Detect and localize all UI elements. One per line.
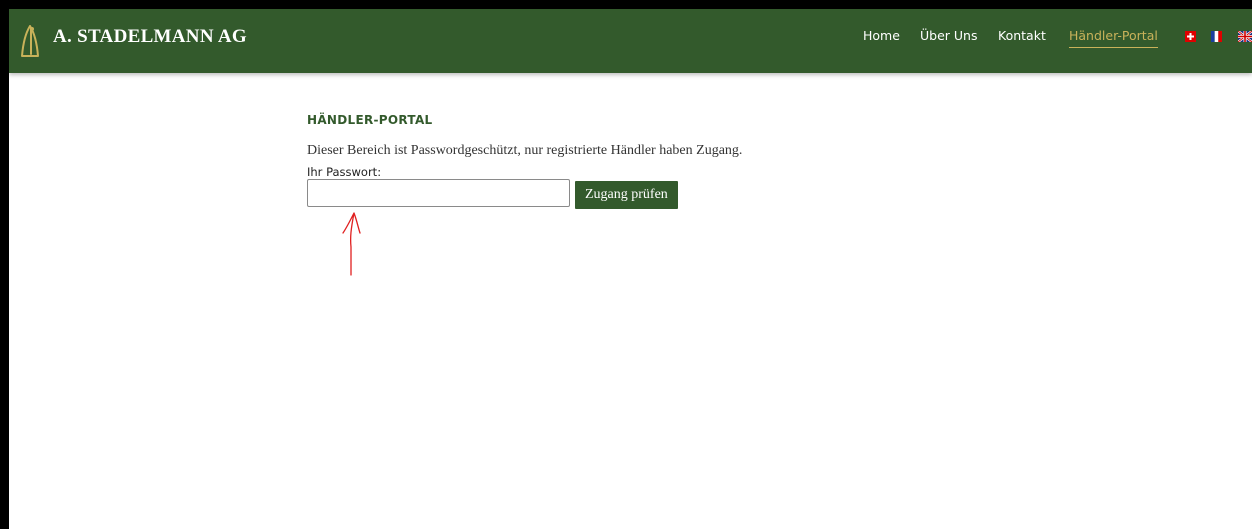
password-input[interactable] (307, 179, 570, 207)
login-form: Zugang prüfen (307, 179, 1007, 209)
nav-home[interactable]: Home (863, 27, 900, 45)
uk-flag-icon[interactable] (1238, 31, 1252, 42)
password-label: Ihr Passwort: (307, 165, 382, 179)
page-title: HÄNDLER-PORTAL (307, 113, 433, 127)
site-header: A. STADELMANN AG Home Über Uns Kontakt H… (9, 9, 1252, 73)
swiss-flag-icon[interactable] (1185, 31, 1196, 42)
submit-button[interactable]: Zugang prüfen (575, 181, 678, 209)
french-flag-icon[interactable] (1211, 31, 1222, 42)
main-nav: Home Über Uns Kontakt Händler-Portal (9, 27, 1252, 51)
browser-viewport: A. STADELMANN AG Home Über Uns Kontakt H… (0, 0, 1252, 529)
intro-text: Dieser Bereich ist Passwordgeschützt, nu… (307, 143, 743, 158)
red-arrow-annotation (342, 212, 361, 276)
nav-ueber-uns[interactable]: Über Uns (920, 27, 977, 45)
nav-haendler-portal[interactable]: Händler-Portal (1069, 27, 1158, 48)
portal-content: HÄNDLER-PORTAL Dieser Bereich ist Passwo… (307, 113, 1007, 209)
nav-kontakt[interactable]: Kontakt (998, 27, 1046, 45)
